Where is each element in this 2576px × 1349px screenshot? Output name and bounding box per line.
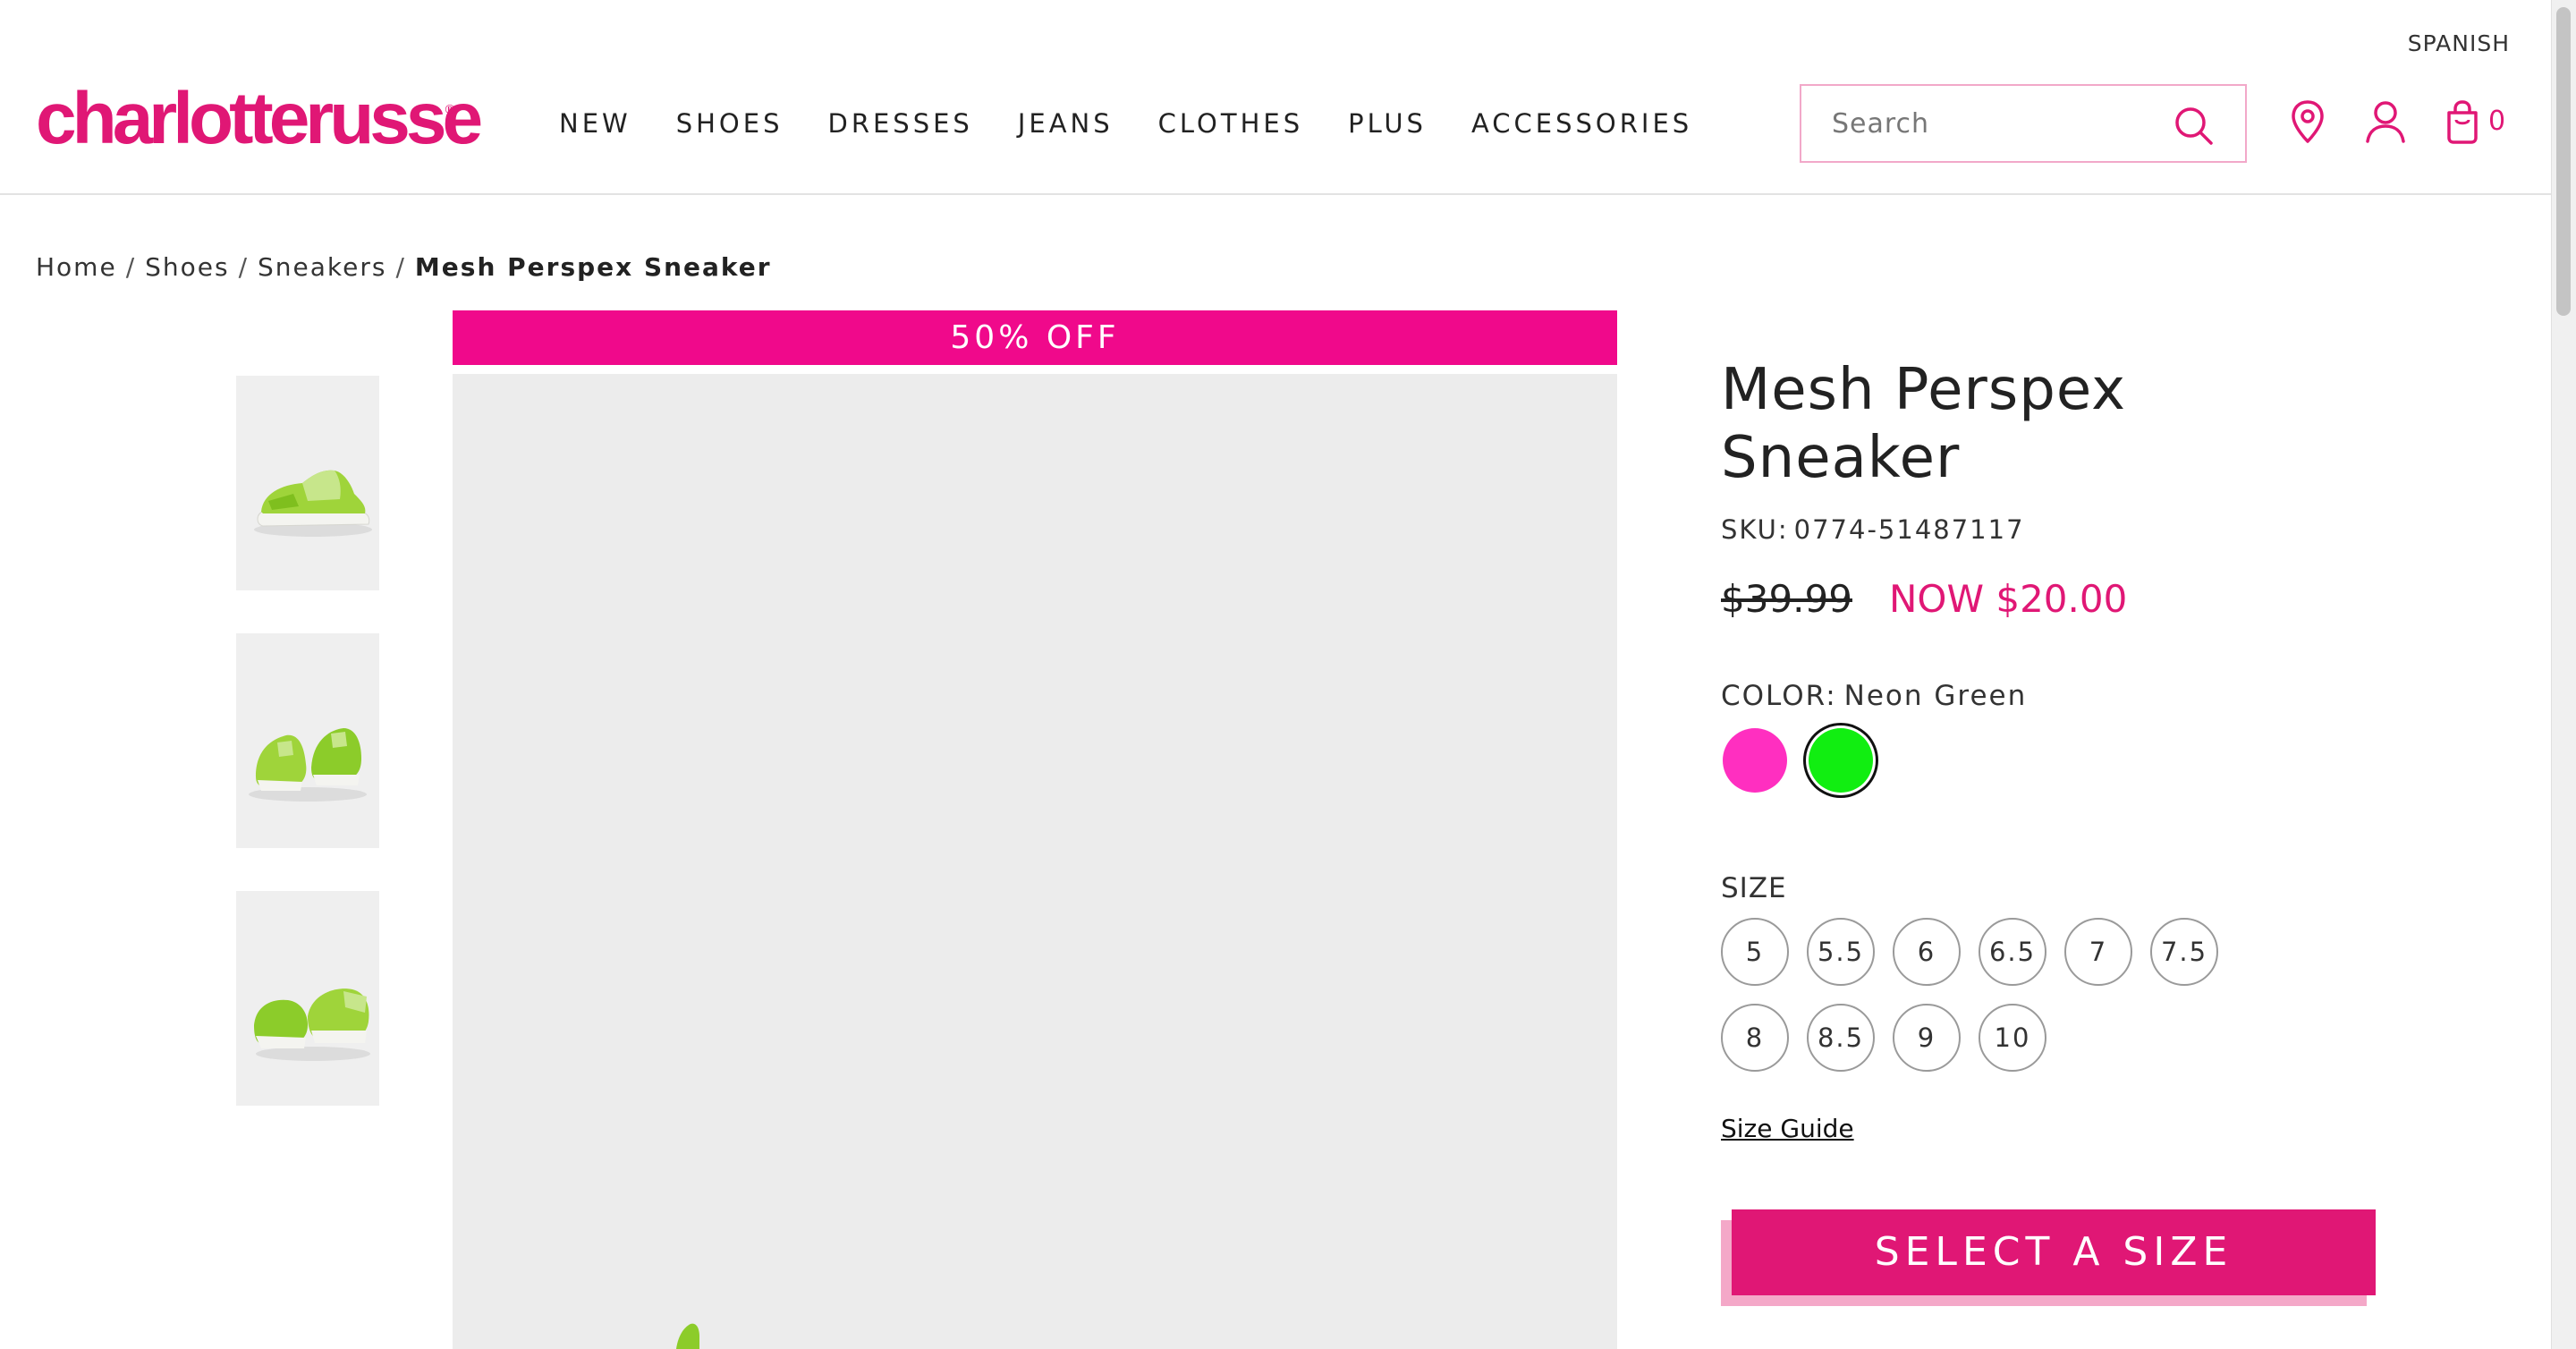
sneaker-pair-back-image (236, 891, 379, 1106)
thumbnail-back-pair-view[interactable] (236, 891, 379, 1106)
sale-banner: 50% OFF (453, 310, 1617, 365)
thumbnail-front-pair-view[interactable] (236, 633, 379, 848)
page-scrollbar[interactable] (2551, 0, 2576, 1349)
brand-logo[interactable]: charlotterusse ® (36, 82, 483, 156)
account-icon[interactable] (2364, 98, 2407, 145)
nav-jeans[interactable]: JEANS (1018, 106, 1114, 141)
shopping-bag-icon[interactable] (2445, 98, 2480, 145)
sku-value: 0774-51487117 (1793, 514, 2025, 545)
size-guide-link[interactable]: Size Guide (1721, 1114, 1854, 1143)
sneaker-main-image (453, 374, 1617, 1349)
original-price: $39.99 (1721, 577, 1852, 621)
color-selection-label: COLOR: Neon Green (1721, 680, 2027, 712)
size-option-8-5[interactable]: 8.5 (1807, 1004, 1875, 1072)
swatch-neon-green[interactable] (1809, 728, 1873, 793)
size-option-8[interactable]: 8 (1721, 1004, 1789, 1072)
size-option-10[interactable]: 10 (1979, 1004, 2046, 1072)
size-option-9[interactable]: 9 (1893, 1004, 1961, 1072)
main-product-image[interactable] (453, 374, 1617, 1349)
size-label: SIZE (1721, 872, 1787, 904)
color-label: COLOR: (1721, 680, 1837, 712)
nav-dresses[interactable]: DRESSES (827, 106, 972, 141)
nav-clothes[interactable]: CLOTHES (1158, 106, 1303, 141)
header-divider (0, 193, 2551, 195)
breadcrumb-separator: / (395, 252, 406, 282)
breadcrumb: Home / Shoes / Sneakers / Mesh Perspex Sneaker (36, 252, 772, 282)
main-nav: NEW SHOES DRESSES JEANS CLOTHES PLUS ACC… (559, 106, 1737, 141)
product-title: Mesh Perspex Sneaker (1721, 357, 2126, 491)
cart-count[interactable]: 0 (2488, 106, 2505, 137)
nav-new[interactable]: NEW (559, 106, 631, 141)
search-icon[interactable] (2172, 104, 2215, 147)
size-option-6-5[interactable]: 6.5 (1979, 918, 2046, 986)
selected-color-name: Neon Green (1843, 680, 2028, 712)
nav-plus[interactable]: PLUS (1348, 106, 1427, 141)
thumbnail-side-view[interactable] (236, 376, 379, 590)
breadcrumb-separator: / (238, 252, 250, 282)
breadcrumb-shoes[interactable]: Shoes (145, 252, 229, 282)
size-option-7-5[interactable]: 7.5 (2150, 918, 2218, 986)
product-sku: SKU: 0774-51487117 (1721, 514, 2025, 545)
sneaker-side-image (236, 376, 379, 590)
swatch-pink[interactable] (1723, 728, 1787, 793)
nav-shoes[interactable]: SHOES (676, 106, 784, 141)
select-size-button[interactable]: SELECT A SIZE (1732, 1209, 2376, 1295)
sneaker-pair-front-image (236, 633, 379, 848)
registered-mark: ® (444, 103, 456, 117)
size-option-7[interactable]: 7 (2064, 918, 2132, 986)
logo-wordmark: charlotterusse (36, 78, 483, 159)
sku-label: SKU: (1721, 514, 1789, 545)
size-option-6[interactable]: 6 (1893, 918, 1961, 986)
nav-accessories[interactable]: ACCESSORIES (1471, 106, 1692, 141)
language-link[interactable]: SPANISH (2408, 30, 2510, 56)
breadcrumb-sneakers[interactable]: Sneakers (258, 252, 386, 282)
search-input[interactable] (1801, 88, 2159, 159)
size-option-5[interactable]: 5 (1721, 918, 1789, 986)
scroll-thumb[interactable] (2556, 7, 2571, 316)
breadcrumb-home[interactable]: Home (36, 252, 117, 282)
sale-price: NOW $20.00 (1889, 577, 2128, 621)
size-option-5-5[interactable]: 5.5 (1807, 918, 1875, 986)
breadcrumb-separator: / (125, 252, 137, 282)
location-pin-icon[interactable] (2286, 98, 2329, 145)
search-box (1800, 84, 2247, 163)
breadcrumb-current: Mesh Perspex Sneaker (414, 252, 772, 282)
